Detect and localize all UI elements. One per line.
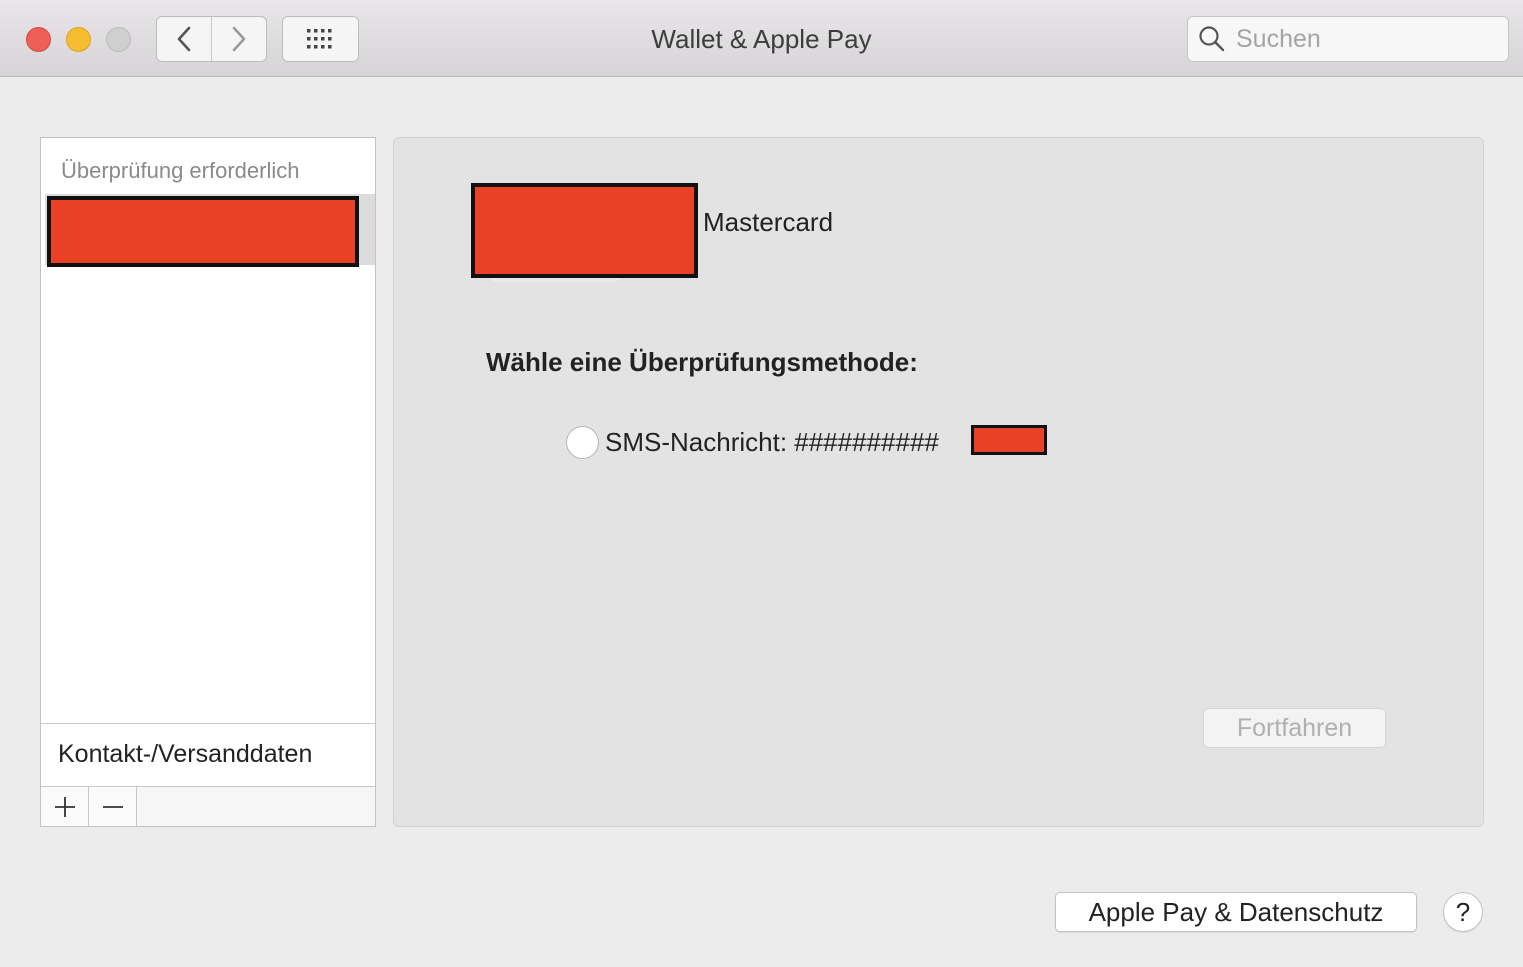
sms-option[interactable]: SMS-Nachricht: ##########: [566, 425, 939, 459]
remove-card-button[interactable]: [89, 787, 137, 826]
card-list-sidebar: Überprüfung erforderlich Kontakt-/Versan…: [40, 137, 376, 827]
sms-option-label: SMS-Nachricht: ##########: [605, 426, 939, 457]
card-name: Mastercard: [703, 207, 834, 237]
sidebar-toolbar: [41, 786, 375, 826]
minus-icon: [102, 805, 123, 808]
sidebar-item-label: Kontakt-/Versanddaten: [58, 740, 313, 768]
sidebar-item-contact-shipping[interactable]: Kontakt-/Versanddaten: [41, 723, 375, 786]
help-button[interactable]: ?: [1443, 892, 1483, 932]
card-detail-panel: Mastercard Wähle eine Überprüfungsmethod…: [393, 137, 1484, 827]
search-icon: [1199, 26, 1225, 52]
search-field[interactable]: [1187, 16, 1509, 62]
redaction-box: [971, 425, 1047, 455]
sms-radio-button[interactable]: [566, 425, 599, 459]
search-input[interactable]: [1236, 24, 1496, 54]
verification-method-title: Wähle eine Überprüfungsmethode:: [486, 347, 918, 377]
title-bar: Wallet & Apple Pay: [0, 0, 1523, 77]
redaction-box: [47, 196, 359, 267]
add-card-button[interactable]: [41, 787, 89, 826]
plus-icon: [54, 796, 75, 817]
sidebar-section-header: Überprüfung erforderlich: [61, 158, 300, 183]
continue-button[interactable]: Fortfahren: [1203, 708, 1386, 748]
privacy-button[interactable]: Apple Pay & Datenschutz: [1055, 892, 1417, 932]
redaction-box: [471, 183, 698, 278]
